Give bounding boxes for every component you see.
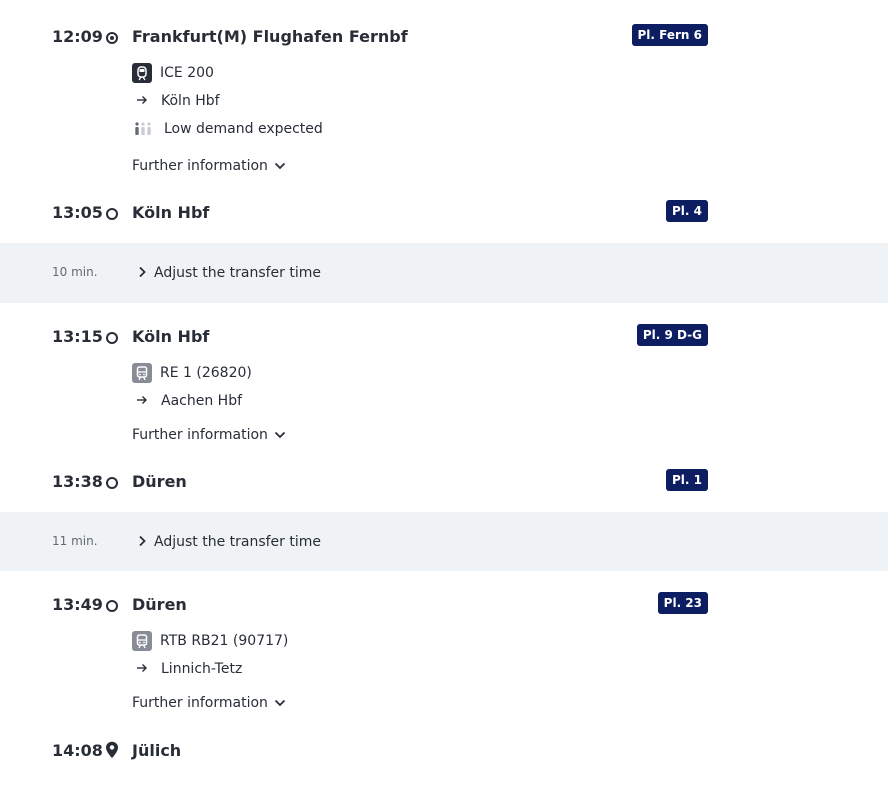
further-information-label: Further information <box>132 427 268 443</box>
adjust-transfer-label: Adjust the transfer time <box>154 534 322 550</box>
transfer-duration: 10 min. <box>52 265 98 279</box>
further-information-toggle[interactable]: Further information <box>132 695 286 717</box>
train-line-label: RTB RB21 (90717) <box>160 633 289 649</box>
departure-row: 12:09 Frankfurt(M) Flughafen Fernbf Pl. … <box>0 23 888 51</box>
departure-row: 13:15 Köln Hbf Pl. 9 D-G <box>0 323 888 351</box>
adjust-transfer-label: Adjust the transfer time <box>154 265 322 281</box>
departure-station: Düren <box>132 595 187 614</box>
arrow-right-icon <box>137 96 147 104</box>
direction-label: Linnich-Tetz <box>161 661 243 677</box>
transfer-block: 11 min. Adjust the transfer time <box>0 512 888 571</box>
direction-label: Köln Hbf <box>161 93 220 109</box>
platform-badge: Pl. 23 <box>657 592 708 614</box>
arrow-right-icon <box>137 396 147 404</box>
departure-time: 13:49 <box>52 595 103 614</box>
further-information-toggle[interactable]: Further information <box>132 427 286 449</box>
regional-train-icon <box>132 363 152 383</box>
transfer-block: 10 min. Adjust the transfer time <box>0 243 888 303</box>
departure-row: 13:49 Düren Pl. 23 <box>0 591 888 619</box>
arrival-time: 13:05 <box>52 203 103 222</box>
arrival-row: 13:38 Düren Pl. 1 <box>0 468 888 496</box>
arrival-station: Köln Hbf <box>132 203 210 222</box>
occupancy-icon <box>135 122 151 135</box>
ice-train-icon <box>132 63 152 83</box>
regional-train-icon <box>132 631 152 651</box>
platform-badge: Pl. Fern 6 <box>631 24 708 46</box>
stop-icon <box>106 600 118 612</box>
chevron-right-icon <box>139 266 146 278</box>
journey-details: 12:09 Frankfurt(M) Flughafen Fernbf Pl. … <box>0 0 888 797</box>
location-pin-icon <box>106 741 118 758</box>
train-line-label: RE 1 (26820) <box>160 365 252 381</box>
arrival-station: Jülich <box>132 741 182 760</box>
direction-label: Aachen Hbf <box>161 393 243 409</box>
further-information-toggle[interactable]: Further information <box>132 158 286 180</box>
further-information-label: Further information <box>132 158 268 174</box>
chevron-right-icon <box>139 535 146 547</box>
adjust-transfer-time-button[interactable]: Adjust the transfer time <box>138 265 321 281</box>
arrival-time: 13:38 <box>52 472 103 491</box>
platform-badge: Pl. 1 <box>666 469 708 491</box>
arrow-right-icon <box>137 664 147 672</box>
chevron-down-icon <box>274 162 286 170</box>
stop-icon <box>106 477 118 489</box>
arrival-row: 13:05 Köln Hbf Pl. 4 <box>0 199 888 227</box>
platform-badge: Pl. 9 D-G <box>636 324 708 346</box>
platform-badge: Pl. 4 <box>666 200 708 222</box>
transfer-duration: 11 min. <box>52 534 98 548</box>
departure-station: Frankfurt(M) Flughafen Fernbf <box>132 27 408 46</box>
chevron-down-icon <box>274 431 286 439</box>
adjust-transfer-time-button[interactable]: Adjust the transfer time <box>138 534 321 550</box>
departure-station: Köln Hbf <box>132 327 210 346</box>
arrival-station: Düren <box>132 472 187 491</box>
train-line-label: ICE 200 <box>160 65 214 81</box>
stop-icon <box>106 208 118 220</box>
arrival-time: 14:08 <box>52 741 103 760</box>
start-stop-icon <box>106 32 118 44</box>
chevron-down-icon <box>274 699 286 707</box>
departure-time: 12:09 <box>52 27 103 46</box>
arrival-row: 14:08 Jülich <box>0 737 888 765</box>
further-information-label: Further information <box>132 695 268 711</box>
departure-time: 13:15 <box>52 327 103 346</box>
demand-label: Low demand expected <box>164 121 323 137</box>
stop-icon <box>106 332 118 344</box>
